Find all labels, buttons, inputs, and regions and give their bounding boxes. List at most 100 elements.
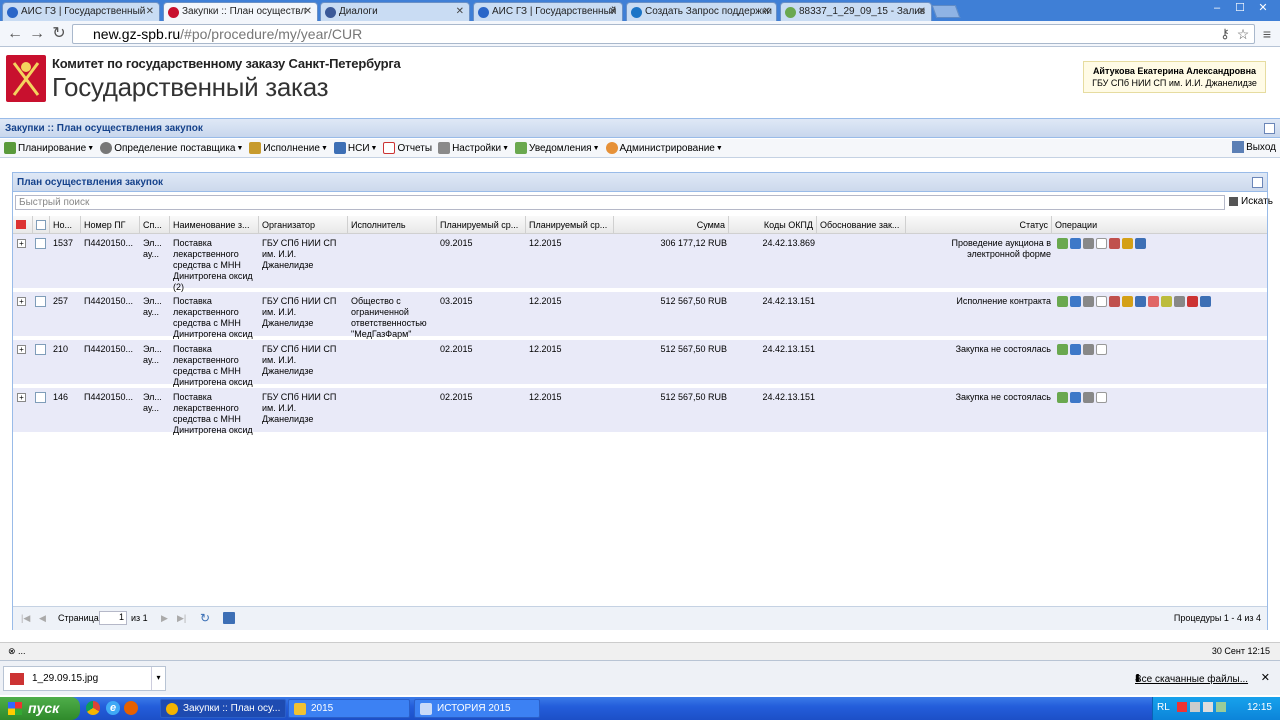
- operation-icon[interactable]: [1109, 238, 1120, 249]
- tray-app-icon[interactable]: [1216, 702, 1226, 712]
- maximize-icon[interactable]: ☐: [1229, 1, 1251, 16]
- star-icon[interactable]: ☆: [1234, 25, 1252, 43]
- row-checkbox[interactable]: [35, 344, 46, 355]
- operation-icon[interactable]: [1070, 392, 1081, 403]
- prev-page-icon[interactable]: ◀: [39, 613, 46, 624]
- menu-nsi[interactable]: НСИ ▼: [333, 142, 377, 154]
- column-header-planned-end[interactable]: Планируемый ср...: [526, 216, 614, 234]
- column-header-number[interactable]: Но...: [50, 216, 81, 234]
- menu-supplier[interactable]: Определение поставщика ▼: [100, 142, 243, 154]
- operation-icon[interactable]: [1070, 296, 1081, 307]
- table-row[interactable]: +257 П4420150... Эл... ау... Поставка лекар…: [13, 292, 1267, 339]
- row-checkbox[interactable]: [35, 296, 46, 307]
- quick-search-input[interactable]: Быстрый поиск: [15, 195, 1225, 210]
- operation-icon[interactable]: [1057, 344, 1068, 355]
- operation-icon[interactable]: [1174, 296, 1185, 307]
- menu-notifications[interactable]: Уведомления ▼: [515, 142, 600, 154]
- menu-icon[interactable]: ≡: [1258, 25, 1276, 43]
- minimize-icon[interactable]: –: [1206, 1, 1228, 16]
- antivirus-icon[interactable]: [1177, 702, 1187, 712]
- browser-tab-active[interactable]: Закупки :: План осуществл ✕: [163, 2, 318, 21]
- volume-icon[interactable]: [1203, 702, 1213, 712]
- menu-settings[interactable]: Настройки ▼: [438, 142, 509, 154]
- taskbar-item-document[interactable]: ИСТОРИЯ 2015: [414, 699, 540, 718]
- column-header-name[interactable]: Наименование з...: [170, 216, 259, 234]
- operation-icon[interactable]: [1135, 296, 1146, 307]
- download-item[interactable]: 1_29.09.15.jpg ▾: [3, 666, 166, 691]
- close-icon[interactable]: ✕: [918, 6, 926, 17]
- close-icon[interactable]: ✕: [456, 6, 464, 17]
- first-page-icon[interactable]: |◀: [21, 613, 30, 624]
- operation-icon[interactable]: [1083, 392, 1094, 403]
- column-header-plan-number[interactable]: Номер ПГ: [81, 216, 140, 234]
- row-checkbox[interactable]: [35, 392, 46, 403]
- network-icon[interactable]: [1190, 702, 1200, 712]
- operation-icon[interactable]: [1187, 296, 1198, 307]
- operation-icon[interactable]: [1070, 344, 1081, 355]
- firefox-icon[interactable]: [124, 701, 138, 715]
- menu-execution[interactable]: Исполнение ▼: [249, 142, 328, 154]
- taskbar-item-browser[interactable]: Закупки :: План осу...: [160, 699, 286, 718]
- chevron-down-icon[interactable]: ▾: [151, 667, 165, 690]
- column-header-organizer[interactable]: Организатор: [259, 216, 348, 234]
- url-input[interactable]: new.gz-spb.ru/#po/procedure/my/year/CUR: [72, 24, 1255, 44]
- last-page-icon[interactable]: ▶|: [177, 613, 186, 624]
- operation-icon[interactable]: [1083, 296, 1094, 307]
- operation-icon[interactable]: [1109, 296, 1120, 307]
- column-header-method[interactable]: Сп...: [140, 216, 170, 234]
- taskbar-item-folder[interactable]: 2015: [288, 699, 410, 718]
- operation-icon[interactable]: [1096, 296, 1107, 307]
- all-downloads-link[interactable]: Все скачанные файлы...: [1135, 674, 1248, 685]
- expand-row-icon[interactable]: +: [17, 239, 26, 248]
- save-icon[interactable]: [223, 612, 235, 624]
- reload-icon[interactable]: ↻: [50, 25, 68, 43]
- back-arrow-icon[interactable]: ←: [6, 25, 24, 43]
- table-row[interactable]: +210 П4420150... Эл... ау... Поставка лекар…: [13, 340, 1267, 387]
- operation-icon[interactable]: [1161, 296, 1172, 307]
- column-header-status[interactable]: Статус: [906, 216, 1052, 234]
- expand-row-icon[interactable]: +: [17, 345, 26, 354]
- ie-icon[interactable]: e: [106, 701, 120, 715]
- browser-tab[interactable]: Диалоги ✕: [320, 2, 470, 21]
- refresh-icon[interactable]: ↻: [200, 611, 210, 625]
- forward-arrow-icon[interactable]: →: [28, 25, 46, 43]
- page-number-input[interactable]: 1: [99, 611, 127, 625]
- operation-icon[interactable]: [1096, 392, 1107, 403]
- next-page-icon[interactable]: ▶: [161, 613, 168, 624]
- expand-row-icon[interactable]: +: [17, 393, 26, 402]
- key-icon[interactable]: ⚷: [1216, 25, 1234, 43]
- close-icon[interactable]: ✕: [763, 6, 771, 17]
- operation-icon[interactable]: [1070, 238, 1081, 249]
- new-tab-button[interactable]: [931, 5, 961, 18]
- menu-admin[interactable]: Администрирование ▼: [605, 142, 723, 154]
- close-window-icon[interactable]: ✕: [1252, 1, 1274, 16]
- language-indicator[interactable]: RL: [1157, 702, 1170, 713]
- expand-row-icon[interactable]: +: [17, 297, 26, 306]
- select-all-checkbox[interactable]: [33, 216, 50, 234]
- operation-icon[interactable]: [1135, 238, 1146, 249]
- browser-tab[interactable]: АИС ГЗ | Государственный ✕: [473, 2, 623, 21]
- refresh-panel-icon[interactable]: [1252, 177, 1263, 188]
- close-icon[interactable]: ✕: [304, 6, 312, 17]
- logout-button[interactable]: Выход: [1232, 141, 1276, 153]
- operation-icon[interactable]: [1096, 344, 1107, 355]
- table-row[interactable]: +1537 П4420150... Эл... ау... Поставка лека…: [13, 234, 1267, 292]
- browser-tab[interactable]: 88337_1_29_09_15 - Залив ✕: [780, 2, 932, 21]
- row-checkbox[interactable]: [35, 238, 46, 249]
- operation-icon[interactable]: [1057, 392, 1068, 403]
- close-icon[interactable]: ✕: [609, 6, 617, 17]
- column-header-planned-start[interactable]: Планируемый ср...: [437, 216, 526, 234]
- start-button[interactable]: пуск: [0, 697, 80, 720]
- column-header-okpd[interactable]: Коды ОКПД: [729, 216, 817, 234]
- maximize-panel-icon[interactable]: [1264, 123, 1275, 134]
- browser-tab[interactable]: АИС ГЗ | Государственный ✕: [2, 2, 160, 21]
- clear-filter-icon[interactable]: [13, 216, 33, 234]
- operation-icon[interactable]: [1096, 238, 1107, 249]
- chrome-icon[interactable]: [86, 701, 100, 715]
- operation-icon[interactable]: [1083, 344, 1094, 355]
- operation-icon[interactable]: [1200, 296, 1211, 307]
- close-icon[interactable]: ✕: [1261, 671, 1270, 684]
- search-button[interactable]: Искать: [1229, 196, 1273, 207]
- operation-icon[interactable]: [1148, 296, 1159, 307]
- operation-icon[interactable]: [1057, 238, 1068, 249]
